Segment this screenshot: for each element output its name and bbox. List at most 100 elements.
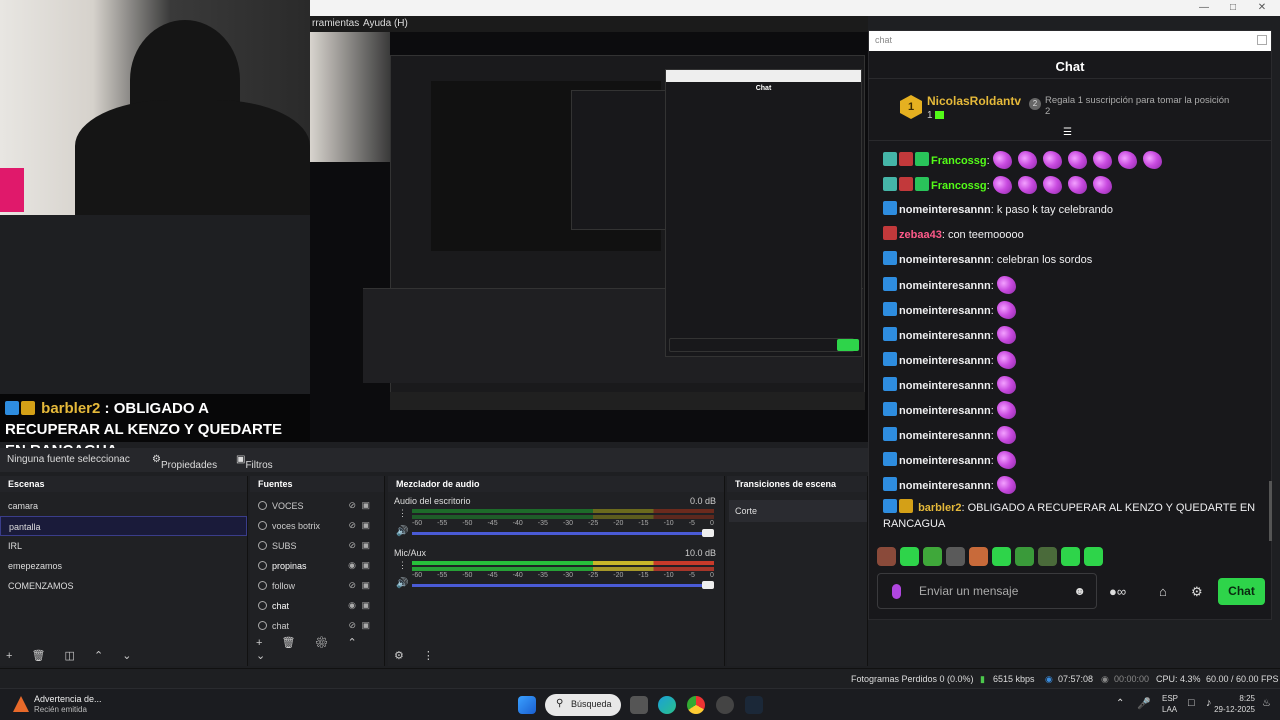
quick-emote-icon[interactable] bbox=[1038, 547, 1057, 566]
quick-emote-icon[interactable] bbox=[900, 547, 919, 566]
eye-hidden-icon[interactable]: ⊘ bbox=[348, 580, 356, 591]
chat-username[interactable]: nomeinteresannn bbox=[899, 330, 991, 342]
scene-item[interactable]: COMENZAMOS bbox=[0, 576, 247, 596]
scene-item[interactable]: pantalla bbox=[0, 516, 247, 536]
chat-username[interactable]: nomeinteresannn bbox=[899, 430, 991, 442]
maximize-icon[interactable]: □ bbox=[1221, 0, 1245, 16]
fader-knob[interactable] bbox=[702, 581, 714, 589]
chat-username[interactable]: barbler2 bbox=[918, 502, 961, 514]
popout-icon[interactable] bbox=[1257, 35, 1267, 45]
speaker-icon[interactable]: 🔊 bbox=[396, 578, 408, 589]
chat-url-bar[interactable]: chat bbox=[869, 31, 1271, 51]
scale-tick: -25 bbox=[588, 520, 599, 527]
edge-icon[interactable] bbox=[658, 696, 676, 714]
lock-icon[interactable]: ▣ bbox=[361, 540, 370, 551]
scene-item[interactable]: camara bbox=[0, 496, 247, 516]
store-icon[interactable]: ⌂ bbox=[1159, 584, 1167, 599]
task-view-icon[interactable] bbox=[630, 696, 648, 714]
minimize-icon[interactable]: — bbox=[1192, 0, 1216, 16]
source-item[interactable]: chat ⊘ ▣ bbox=[250, 616, 384, 636]
volume-fader[interactable] bbox=[412, 581, 714, 589]
quick-emote-icon[interactable] bbox=[877, 547, 896, 566]
taskbar-search[interactable]: ⚲ Búsqueda bbox=[545, 694, 621, 716]
collapse-icon[interactable]: ☰ bbox=[1063, 127, 1072, 138]
settings-icon[interactable]: ⚙ bbox=[1191, 584, 1203, 600]
scene-item[interactable]: emepezamos bbox=[0, 556, 247, 576]
quick-emote-icon[interactable] bbox=[992, 547, 1011, 566]
butterfly-emote-icon bbox=[1017, 151, 1037, 169]
lock-icon[interactable]: ▣ bbox=[361, 580, 370, 591]
filters-button[interactable]: ▣ Filtros bbox=[236, 454, 273, 471]
tray-mic-icon[interactable]: 🎤 bbox=[1137, 697, 1151, 710]
lock-icon[interactable]: ▣ bbox=[361, 560, 370, 571]
chat-username[interactable]: nomeinteresannn bbox=[899, 380, 991, 392]
chat-username[interactable]: nomeinteresannn bbox=[899, 280, 991, 292]
lock-icon[interactable]: ▣ bbox=[361, 600, 370, 611]
chat-username[interactable]: nomeinteresannn bbox=[899, 455, 991, 467]
steam-icon[interactable] bbox=[745, 696, 763, 714]
chat-scrollbar[interactable] bbox=[1269, 481, 1272, 541]
chat-send-button[interactable]: Chat bbox=[1218, 578, 1265, 605]
emoji-icon[interactable]: ☻ bbox=[1073, 584, 1086, 598]
speaker-icon[interactable]: 🔊 bbox=[396, 526, 408, 537]
user-badge-icon bbox=[883, 251, 897, 265]
eye-icon[interactable]: ◉ bbox=[348, 560, 356, 571]
eye-hidden-icon[interactable]: ⊘ bbox=[348, 620, 356, 631]
chat-username[interactable]: Francossg bbox=[931, 155, 987, 167]
chrome-icon[interactable] bbox=[687, 696, 705, 714]
chat-username[interactable]: nomeinteresannn bbox=[899, 254, 991, 266]
mixer-toolbar[interactable]: ⚙ ⋮ bbox=[394, 649, 442, 662]
mic-icon[interactable] bbox=[892, 584, 901, 599]
start-icon[interactable] bbox=[518, 696, 536, 714]
chat-username[interactable]: nomeinteresannn bbox=[899, 480, 991, 492]
source-item[interactable]: SUBS ⊘ ▣ bbox=[250, 536, 384, 556]
scene-item[interactable]: IRL bbox=[0, 536, 247, 556]
source-item[interactable]: voces botrix ⊘ ▣ bbox=[250, 516, 384, 536]
notification-title[interactable]: Advertencia de... bbox=[34, 694, 102, 704]
source-item[interactable]: chat ◉ ▣ bbox=[250, 596, 384, 616]
quick-emote-icon[interactable] bbox=[923, 547, 942, 566]
tray-chevron-icon[interactable]: ⌃ bbox=[1116, 698, 1124, 709]
lock-icon[interactable]: ▣ bbox=[361, 620, 370, 631]
sources-toolbar[interactable]: + 🗑 ⚙ ⌃ ⌄ bbox=[256, 636, 384, 662]
close-icon[interactable]: ✕ bbox=[1250, 0, 1274, 16]
eye-icon[interactable]: ◉ bbox=[348, 600, 356, 611]
eye-hidden-icon[interactable]: ⊘ bbox=[348, 500, 356, 511]
source-item[interactable]: propinas ◉ ▣ bbox=[250, 556, 384, 576]
lock-icon[interactable]: ▣ bbox=[361, 500, 370, 511]
quick-emote-icon[interactable] bbox=[946, 547, 965, 566]
chat-username[interactable]: nomeinteresannn bbox=[899, 405, 991, 417]
volume-fader[interactable] bbox=[412, 529, 714, 537]
source-item[interactable]: VOCES ⊘ ▣ bbox=[250, 496, 384, 516]
chat-username[interactable]: zebaa43 bbox=[899, 229, 942, 241]
obs-icon[interactable] bbox=[716, 696, 734, 714]
menu-tools[interactable]: rramientas bbox=[312, 18, 359, 29]
channel-menu-icon[interactable]: ⋮ bbox=[398, 560, 407, 571]
top-gifter-name[interactable]: NicolasRoldantv bbox=[927, 94, 1021, 108]
scenes-toolbar[interactable]: + 🗑 ◫ ⌃ ⌄ bbox=[6, 649, 139, 662]
lang-indicator[interactable]: ESP bbox=[1162, 694, 1178, 703]
scale-tick: -50 bbox=[462, 520, 473, 527]
display-icon[interactable]: □ bbox=[1188, 697, 1195, 709]
chat-input[interactable]: Enviar un mensaje ☻ bbox=[877, 573, 1097, 609]
quick-emote-icon[interactable] bbox=[1015, 547, 1034, 566]
chat-username[interactable]: nomeinteresannn bbox=[899, 355, 991, 367]
chat-username[interactable]: nomeinteresannn bbox=[899, 305, 991, 317]
menu-help[interactable]: Ayuda (H) bbox=[363, 18, 408, 29]
chat-username[interactable]: nomeinteresannn bbox=[899, 204, 991, 216]
properties-button[interactable]: ⚙ Propiedades bbox=[152, 454, 217, 471]
channel-menu-icon[interactable]: ⋮ bbox=[398, 508, 407, 519]
link-icon[interactable]: ●∞ bbox=[1109, 584, 1126, 599]
clock-time[interactable]: 8:25 bbox=[1225, 694, 1255, 703]
eye-hidden-icon[interactable]: ⊘ bbox=[348, 520, 356, 531]
quick-emote-icon[interactable] bbox=[1061, 547, 1080, 566]
notification-bell-icon[interactable]: ♨ bbox=[1262, 698, 1271, 709]
transition-select[interactable]: Corte bbox=[729, 500, 867, 522]
lock-icon[interactable]: ▣ bbox=[361, 520, 370, 531]
eye-hidden-icon[interactable]: ⊘ bbox=[348, 540, 356, 551]
fader-knob[interactable] bbox=[702, 529, 714, 537]
chat-username[interactable]: Francossg bbox=[931, 180, 987, 192]
source-item[interactable]: follow ⊘ ▣ bbox=[250, 576, 384, 596]
quick-emote-icon[interactable] bbox=[1084, 547, 1103, 566]
quick-emote-icon[interactable] bbox=[969, 547, 988, 566]
